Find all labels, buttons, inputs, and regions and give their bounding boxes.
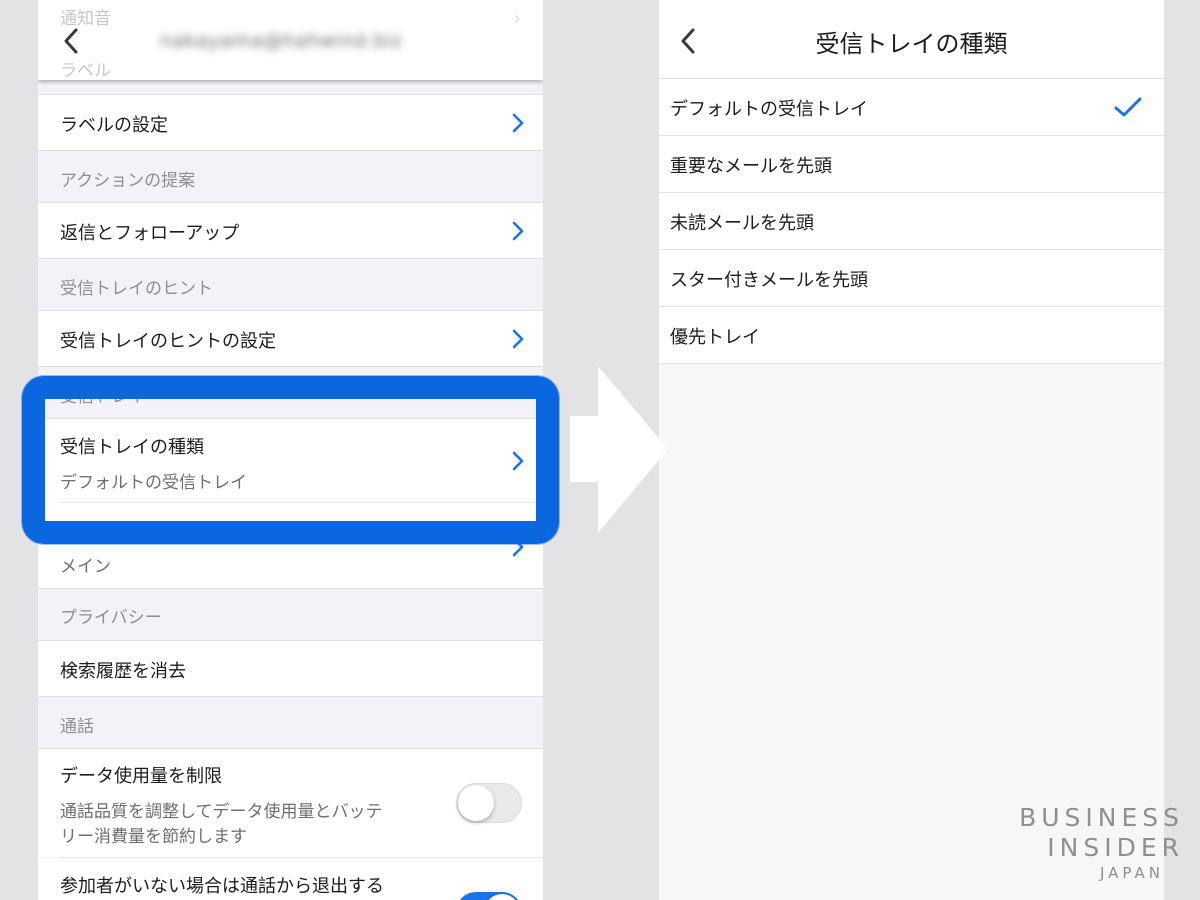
back-chevron-icon xyxy=(64,28,78,54)
label-settings-row[interactable]: ラベルの設定 xyxy=(38,95,543,150)
option-label: 未読メールを先頭 xyxy=(670,213,814,234)
logo-line-business: BUSINESS xyxy=(1019,803,1184,832)
reply-followup-title: 返信とフォローアップ xyxy=(60,223,240,244)
divider xyxy=(38,696,543,697)
data-usage-limit-desc-line2: リー消費量を節約します xyxy=(60,827,247,847)
chevron-right-icon xyxy=(512,221,524,241)
section-header-actions: アクションの提案 xyxy=(60,171,196,191)
label-settings-title: ラベルの設定 xyxy=(60,115,168,136)
leave-empty-call-title: 参加者がいない場合は通話から退出する xyxy=(60,876,384,897)
business-insider-japan-logo: BUSINESS INSIDER JAPAN xyxy=(1019,803,1184,883)
chevron-right-icon xyxy=(512,113,524,133)
account-email: nakayama@hahwind.biz xyxy=(160,30,403,52)
toggle-knob xyxy=(458,785,494,821)
inbox-category-value: メイン xyxy=(60,557,111,577)
inbox-option-unread-first[interactable]: 未読メールを先頭 xyxy=(659,193,1164,250)
inbox-hint-settings-title: 受信トレイのヒントの設定 xyxy=(60,331,276,352)
toggle-knob xyxy=(484,894,520,900)
inbox-option-starred-first[interactable]: スター付きメールを先頭 xyxy=(659,250,1164,307)
option-label: 優先トレイ xyxy=(670,327,760,348)
right-header: 受信トレイの種類 xyxy=(659,0,1164,79)
clear-search-history-title: 検索履歴を消去 xyxy=(60,661,186,682)
data-usage-limit-row: データ使用量を制限 通話品質を調整してデータ使用量とバッテ リー消費量を節約しま… xyxy=(38,749,543,857)
inbox-hint-settings-row[interactable]: 受信トレイのヒントの設定 xyxy=(38,311,543,366)
leave-empty-call-toggle[interactable] xyxy=(456,892,522,900)
inbox-option-default[interactable]: デフォルトの受信トレイ xyxy=(659,79,1164,136)
divider xyxy=(38,366,543,367)
arrow-right-icon xyxy=(570,366,668,533)
divider xyxy=(38,150,543,151)
section-header-privacy: プライバシー xyxy=(60,608,162,628)
logo-line-insider: INSIDER xyxy=(1047,833,1184,862)
divider xyxy=(38,588,543,589)
clear-search-history-row[interactable]: 検索履歴を消去 xyxy=(38,641,543,696)
option-label: 重要なメールを先頭 xyxy=(670,156,832,177)
inbox-option-important-first[interactable]: 重要なメールを先頭 xyxy=(659,136,1164,193)
back-button[interactable] xyxy=(56,26,86,56)
leave-empty-call-row: 参加者がいない場合は通話から退出する xyxy=(38,858,543,900)
data-usage-limit-title: データ使用量を制限 xyxy=(60,766,222,787)
section-header-inbox-hints: 受信トレイのヒント xyxy=(60,279,213,299)
divider xyxy=(38,258,543,259)
inbox-option-priority[interactable]: 優先トレイ xyxy=(659,307,1164,364)
checkmark-icon xyxy=(1114,97,1142,117)
inbox-type-screen: 受信トレイの種類 デフォルトの受信トレイ 重要なメールを先頭 未読メールを先頭 … xyxy=(659,0,1164,900)
left-header: 通知音 › ラベル nakayama@hahwind.biz xyxy=(38,0,543,81)
chevron-right-icon xyxy=(512,329,524,349)
option-label: デフォルトの受信トレイ xyxy=(670,99,868,120)
data-usage-limit-toggle[interactable] xyxy=(456,783,522,823)
option-label: スター付きメールを先頭 xyxy=(670,270,868,291)
highlight-frame xyxy=(22,376,559,544)
ghost-label: ラベル xyxy=(60,61,111,81)
page-title: 受信トレイの種類 xyxy=(815,30,1008,58)
reply-followup-row[interactable]: 返信とフォローアップ xyxy=(38,203,543,258)
ghost-chevron-icon: › xyxy=(513,6,521,30)
section-header-calls: 通話 xyxy=(60,717,94,737)
data-usage-limit-desc-line1: 通話品質を調整してデータ使用量とバッテ xyxy=(60,802,383,822)
logo-line-japan: JAPAN xyxy=(1100,864,1164,882)
